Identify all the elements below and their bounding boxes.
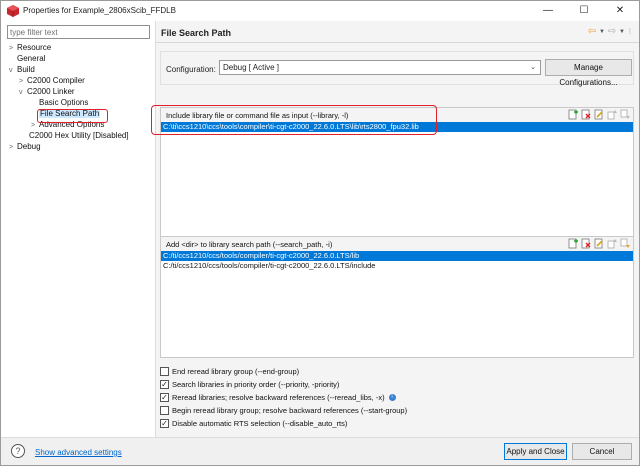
group-title: Add <dir> to library search path (--sear… [166, 240, 333, 249]
configuration-select[interactable]: Debug [ Active ] ⌄ [219, 60, 541, 75]
dialog-footer: ? Show advanced settings Apply and Close… [1, 437, 639, 465]
checkbox-checked[interactable]: ✓ [160, 418, 169, 428]
option-end-group[interactable]: End reread library group (--end-group) [160, 365, 299, 377]
page-header: File Search Path ⇦ ▼ ⇨ ▼ ⋮ [156, 21, 639, 43]
configuration-value: Debug [ Active ] [223, 63, 280, 72]
close-button[interactable]: ✕ [605, 1, 635, 21]
tree-item-label: Debug [17, 142, 41, 151]
group-header: Add <dir> to library search path (--sear… [161, 237, 633, 251]
chevron-down-icon[interactable]: v [9, 65, 17, 76]
highlight-annotation [37, 109, 108, 123]
tree-item-debug[interactable]: > Debug [9, 141, 41, 152]
tree-item-build[interactable]: v Build [9, 64, 35, 75]
window-title: Properties for Example_2806xScib_FFDLB [23, 6, 176, 15]
list-item[interactable]: C:/ti/ccs1210/ccs/tools/compiler/ti-cgt-… [161, 251, 633, 261]
checkbox-checked[interactable]: ✓ [160, 392, 169, 402]
checkbox[interactable] [160, 405, 169, 415]
delete-icon[interactable] [581, 109, 591, 120]
list-toolbar [568, 238, 630, 249]
tree-item-label: Basic Options [39, 98, 89, 107]
option-label: End reread library group (--end-group) [172, 366, 300, 376]
configuration-box: Configuration: Debug [ Active ] ⌄ Manage… [160, 51, 634, 87]
minimize-button[interactable]: — [533, 1, 563, 21]
move-down-icon[interactable] [620, 238, 630, 249]
checkbox-checked[interactable]: ✓ [160, 379, 169, 389]
tree-item-label: C2000 Hex Utility [Disabled] [29, 131, 129, 140]
history-nav: ⇦ ▼ ⇨ ▼ ⋮ [587, 26, 633, 37]
tree-item-label: General [17, 54, 46, 63]
tree-item-label: Build [17, 65, 35, 74]
page-content: File Search Path ⇦ ▼ ⇨ ▼ ⋮ Configuration… [156, 21, 639, 437]
search-path-group: Add <dir> to library search path (--sear… [160, 236, 634, 358]
menu-icon[interactable]: ⋮ [627, 28, 633, 35]
option-label: Begin reread library group; resolve back… [172, 405, 408, 415]
tree-item-c2000-linker[interactable]: v C2000 Linker [19, 86, 75, 97]
show-advanced-link[interactable]: Show advanced settings [35, 448, 122, 457]
list-item[interactable]: C:/ti/ccs1210/ccs/tools/compiler/ti-cgt-… [161, 261, 633, 271]
sidebar: >Resource General vBuild >C2000 Compiler… [5, 24, 155, 436]
edit-icon[interactable] [594, 238, 604, 249]
add-icon[interactable] [568, 109, 578, 120]
option-disable-auto-rts[interactable]: ✓ Disable automatic RTS selection (--dis… [160, 417, 347, 429]
option-reread-libs[interactable]: ✓ Reread libraries; resolve backward ref… [160, 391, 396, 403]
page-title: File Search Path [161, 28, 232, 38]
option-label: Disable automatic RTS selection (--disab… [172, 418, 348, 428]
filter-input[interactable] [7, 25, 150, 39]
chevron-right-icon[interactable]: > [9, 142, 17, 153]
configuration-label: Configuration: [166, 65, 216, 74]
tree-item-general[interactable]: General [17, 53, 45, 64]
properties-dialog: Properties for Example_2806xScib_FFDLB —… [0, 0, 640, 466]
chevron-right-icon[interactable]: > [9, 43, 17, 54]
tree-item-c2000-compiler[interactable]: > C2000 Compiler [19, 75, 85, 86]
list-toolbar [568, 109, 630, 120]
option-label: Search libraries in priority order (--pr… [172, 379, 340, 389]
apply-and-close-button[interactable]: Apply and Close [504, 443, 567, 460]
forward-arrow-icon[interactable]: ⇨ [607, 26, 617, 37]
tree-item-label: Resource [17, 43, 52, 52]
move-down-icon[interactable] [620, 109, 630, 120]
option-start-group[interactable]: Begin reread library group; resolve back… [160, 404, 407, 416]
info-icon[interactable]: i [388, 393, 396, 401]
manage-configurations-button[interactable]: Manage Configurations... [545, 59, 632, 87]
chevron-down-icon: ⌄ [530, 64, 536, 71]
tree-item-resource[interactable]: > Resource [9, 42, 51, 53]
option-label: Reread libraries; resolve backward refer… [172, 392, 385, 402]
move-up-icon[interactable] [607, 109, 617, 120]
edit-icon[interactable] [594, 109, 604, 120]
app-cube-icon [7, 5, 19, 17]
move-up-icon[interactable] [607, 238, 617, 249]
tree-item-label: C2000 Linker [27, 87, 75, 96]
title-bar: Properties for Example_2806xScib_FFDLB —… [1, 1, 639, 21]
tree-item-hex-utility[interactable]: C2000 Hex Utility [Disabled] [29, 130, 129, 141]
checkbox[interactable] [160, 366, 169, 376]
delete-icon[interactable] [581, 238, 591, 249]
add-icon[interactable] [568, 238, 578, 249]
back-arrow-icon[interactable]: ⇦ [587, 26, 597, 37]
tree-item-basic-options[interactable]: Basic Options [39, 97, 88, 108]
maximize-button[interactable]: ☐ [569, 1, 599, 21]
forward-dropdown-icon[interactable]: ▼ [619, 29, 625, 35]
option-priority[interactable]: ✓ Search libraries in priority order (--… [160, 378, 339, 390]
chevron-down-icon[interactable]: v [19, 87, 27, 98]
cancel-button[interactable]: Cancel [572, 443, 632, 460]
tree-item-label: C2000 Compiler [27, 76, 85, 85]
help-icon[interactable]: ? [11, 444, 25, 458]
highlight-annotation [151, 105, 437, 135]
back-dropdown-icon[interactable]: ▼ [599, 29, 605, 35]
